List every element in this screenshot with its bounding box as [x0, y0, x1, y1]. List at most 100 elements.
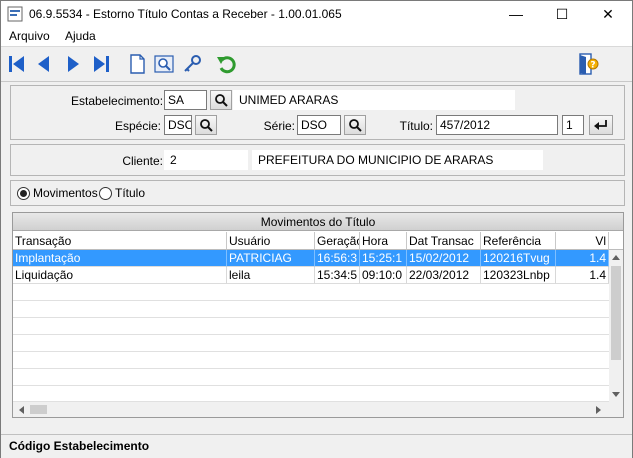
- minimize-button[interactable]: —: [493, 1, 539, 27]
- col-header-hora[interactable]: Hora: [360, 232, 407, 250]
- window-title: 06.9.5534 - Estorno Título Contas a Rece…: [29, 7, 342, 21]
- app-window: 06.9.5534 - Estorno Título Contas a Rece…: [0, 0, 633, 458]
- vertical-scroll-thumb[interactable]: [611, 266, 621, 360]
- estabelecimento-code-input[interactable]: SA: [164, 90, 207, 110]
- empty-row: [13, 369, 609, 386]
- empty-row: [13, 352, 609, 369]
- empty-row: [13, 385, 609, 402]
- chevron-up-icon: [612, 255, 620, 260]
- close-button[interactable]: ✕: [585, 1, 631, 27]
- especie-label: Espécie:: [114, 119, 161, 133]
- titulo-input[interactable]: 457/2012: [436, 115, 558, 135]
- empty-row: [13, 318, 609, 335]
- parcela-input[interactable]: 1: [562, 115, 584, 135]
- cell-geracao: 15:34:5: [315, 267, 360, 284]
- table-row[interactable]: Implantação PATRICIAG 16:56:3 15:25:1 15…: [13, 250, 609, 267]
- close-icon: ✕: [602, 5, 614, 22]
- svg-text:?: ?: [590, 61, 595, 71]
- search-icon: [154, 55, 174, 73]
- search-icon: [200, 119, 213, 132]
- col-header-geracao[interactable]: Geração: [315, 232, 360, 250]
- cell-valor: 1.4: [556, 250, 609, 267]
- cell-dat-transac: 22/03/2012: [407, 267, 481, 284]
- enter-icon: [594, 120, 607, 130]
- vertical-scrollbar[interactable]: [609, 250, 623, 402]
- cell-geracao: 16:56:3: [315, 250, 360, 267]
- horizontal-scroll-thumb[interactable]: [30, 405, 47, 414]
- serie-search-button[interactable]: [344, 115, 366, 135]
- cliente-code: 2: [164, 150, 248, 170]
- col-header-valor[interactable]: Vl: [556, 232, 609, 250]
- movements-grid: Movimentos do Título Transação Usuário G…: [12, 212, 624, 418]
- cliente-label: Cliente:: [122, 154, 163, 168]
- table-row[interactable]: Liquidação leila 15:34:5 09:10:0 22/03/2…: [13, 267, 609, 284]
- serie-input[interactable]: DSO: [297, 115, 341, 135]
- scroll-right-arrow[interactable]: [593, 404, 605, 415]
- serie-label: Série:: [263, 119, 295, 133]
- cell-dat-transac: 15/02/2012: [407, 250, 481, 267]
- estabelecimento-label: Estabelecimento:: [71, 94, 164, 108]
- title-bar: 06.9.5534 - Estorno Título Contas a Rece…: [1, 1, 632, 27]
- title-key-panel: Estabelecimento: SA UNIMED ARARAS Espéci…: [10, 85, 625, 140]
- col-header-dat-transac[interactable]: Dat Transac: [407, 232, 481, 250]
- confirm-button[interactable]: [589, 115, 613, 135]
- horizontal-scrollbar[interactable]: [13, 402, 623, 417]
- col-header-referencia[interactable]: Referência: [481, 232, 556, 250]
- scroll-down-arrow[interactable]: [611, 388, 621, 402]
- search-button[interactable]: [152, 52, 176, 76]
- estabelecimento-search-button[interactable]: [210, 90, 232, 110]
- key-button[interactable]: [180, 52, 204, 76]
- app-icon: [7, 6, 23, 22]
- grid-caption: Movimentos do Título: [13, 213, 623, 231]
- radio-movimentos-label: Movimentos: [33, 186, 98, 200]
- previous-record-button[interactable]: [32, 52, 56, 76]
- col-header-usuario[interactable]: Usuário: [227, 232, 315, 250]
- menu-arquivo[interactable]: Arquivo: [9, 29, 50, 43]
- cell-usuario: PATRICIAG: [227, 250, 315, 267]
- radio-selected-dot: [20, 189, 27, 197]
- col-header-transacao[interactable]: Transação: [13, 232, 227, 250]
- titulo-label: Título:: [399, 119, 433, 133]
- chevron-left-icon: [19, 405, 24, 414]
- new-document-button[interactable]: [125, 52, 149, 76]
- cell-transacao: Implantação: [13, 250, 227, 267]
- search-icon: [215, 94, 228, 107]
- cell-hora: 09:10:0: [360, 267, 407, 284]
- radio-titulo[interactable]: Título: [99, 186, 145, 200]
- previous-record-icon: [38, 56, 49, 72]
- cliente-name: PREFEITURA DO MUNICIPIO DE ARARAS: [252, 150, 543, 170]
- radio-titulo-label: Título: [115, 186, 146, 200]
- maximize-icon: ☐: [555, 5, 569, 22]
- menu-bar: Arquivo Ajuda: [1, 27, 632, 47]
- especie-search-button[interactable]: [195, 115, 217, 135]
- col-header-spacer: [609, 232, 623, 250]
- first-record-icon: [9, 56, 24, 72]
- empty-row: [13, 284, 609, 301]
- radio-movimentos-circle[interactable]: [17, 186, 30, 200]
- radio-titulo-circle[interactable]: [99, 186, 112, 200]
- client-panel: Cliente: 2 PREFEITURA DO MUNICIPIO DE AR…: [10, 144, 625, 176]
- radio-movimentos[interactable]: Movimentos: [17, 186, 98, 200]
- undo-icon: [217, 56, 236, 74]
- last-record-button[interactable]: [89, 52, 113, 76]
- chevron-right-icon: [596, 405, 601, 414]
- next-record-button[interactable]: [61, 52, 85, 76]
- empty-row: [13, 335, 609, 352]
- exit-icon: ?: [579, 53, 599, 75]
- undo-button[interactable]: [215, 52, 239, 76]
- first-record-button[interactable]: [5, 52, 29, 76]
- empty-row: [13, 301, 609, 318]
- maximize-button[interactable]: ☐: [539, 1, 585, 27]
- cell-hora: 15:25:1: [360, 250, 407, 267]
- estabelecimento-name: UNIMED ARARAS: [233, 90, 515, 110]
- especie-input[interactable]: DSC: [164, 115, 192, 135]
- menu-ajuda[interactable]: Ajuda: [65, 29, 96, 43]
- scroll-up-arrow[interactable]: [611, 250, 621, 264]
- chevron-down-icon: [612, 392, 620, 397]
- minimize-icon: —: [509, 6, 523, 22]
- exit-button[interactable]: ?: [575, 52, 599, 76]
- search-icon: [349, 119, 362, 132]
- cell-transacao: Liquidação: [13, 267, 227, 284]
- scroll-left-arrow[interactable]: [15, 404, 27, 415]
- last-record-icon: [94, 56, 109, 72]
